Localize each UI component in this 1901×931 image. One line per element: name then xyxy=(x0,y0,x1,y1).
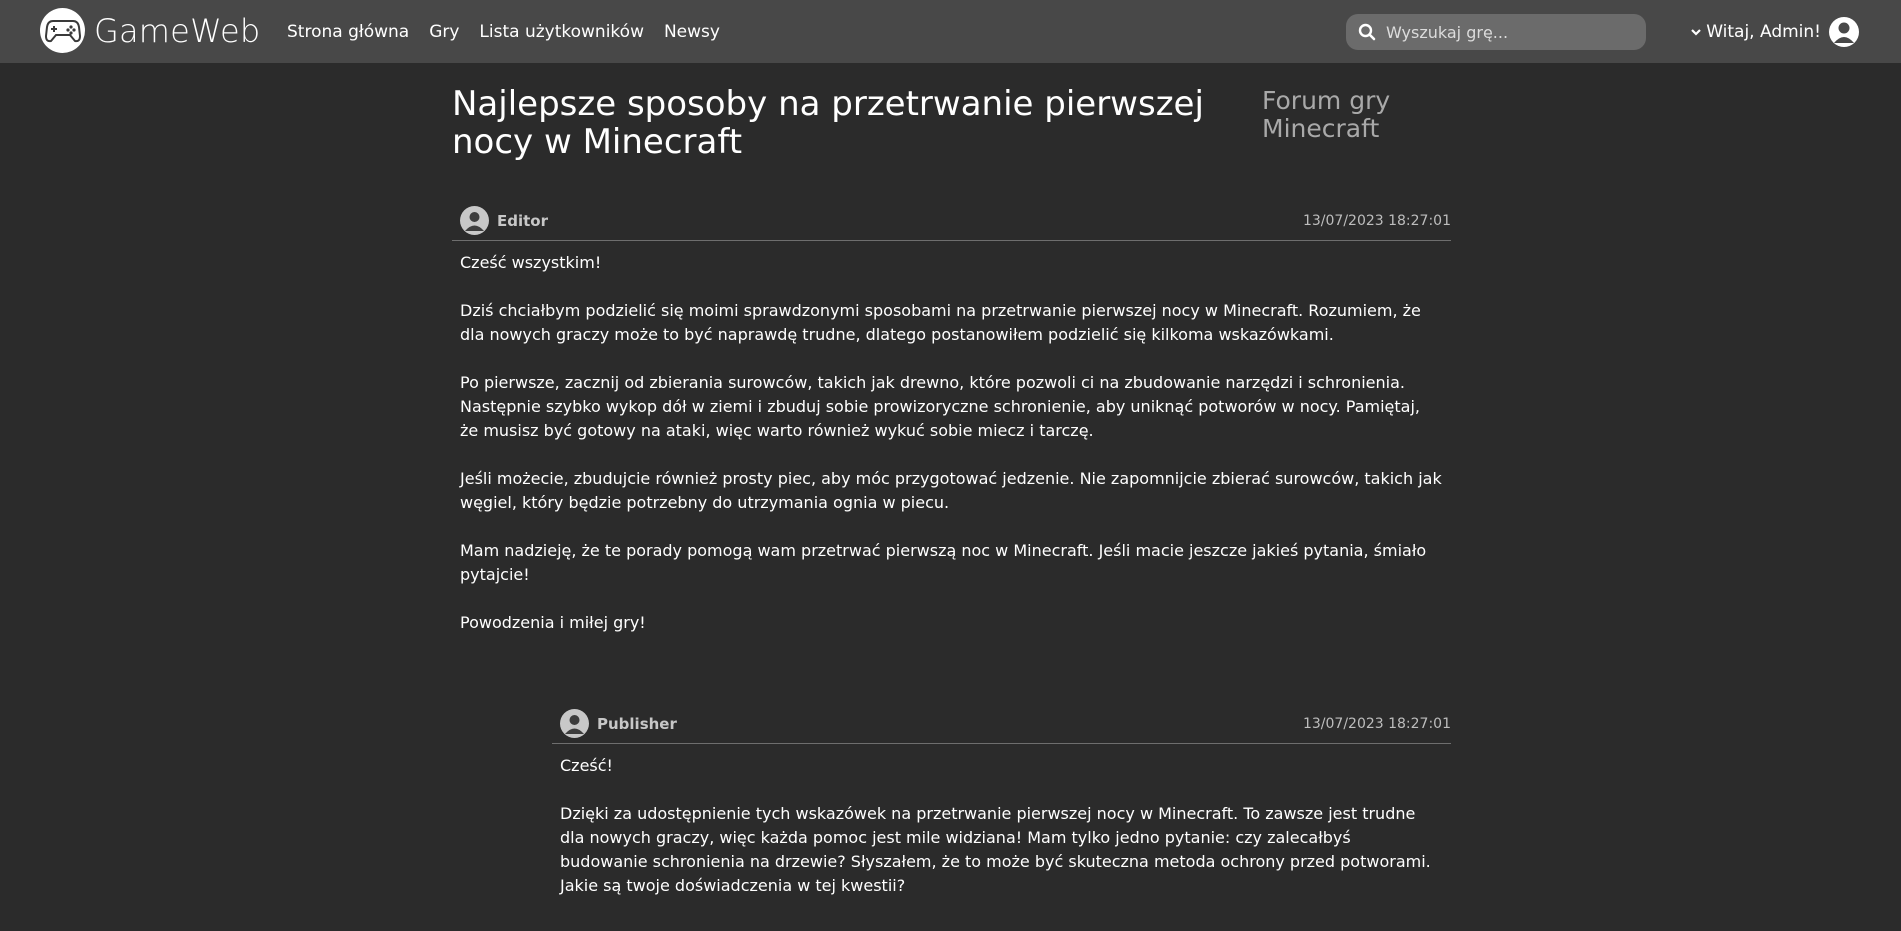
post-paragraph: Mam nadzieję, że te porady pomogą wam pr… xyxy=(460,541,1427,584)
post-paragraph: Po pierwsze, zacznij od zbierania surowc… xyxy=(460,373,1420,440)
nav-link-news[interactable]: Newsy xyxy=(664,22,720,42)
main-content: Najlepsze sposoby na przetrwanie pierwsz… xyxy=(452,63,1451,895)
site-logo[interactable]: GameWeb xyxy=(40,8,260,53)
forum-post-reply: Publisher 13/07/2023 18:27:01 Cześć! Dzi… xyxy=(552,704,1451,922)
search-input[interactable] xyxy=(1384,21,1634,43)
nav-link-games[interactable]: Gry xyxy=(429,22,459,42)
top-navbar: GameWeb Strona główna Gry Lista użytkown… xyxy=(0,0,1901,63)
post-header: Publisher 13/07/2023 18:27:01 xyxy=(552,704,1451,744)
author-name: Publisher xyxy=(597,714,677,733)
post-date: 13/07/2023 18:27:01 xyxy=(1302,715,1451,732)
post-paragraph: Dziś chciałbym podzielić się moimi spraw… xyxy=(460,301,1421,344)
chevron-down-icon xyxy=(1689,25,1703,39)
user-avatar-icon xyxy=(1829,16,1859,47)
forum-name[interactable]: Forum gry Minecraft xyxy=(1262,87,1422,143)
nav-link-home[interactable]: Strona główna xyxy=(287,22,409,42)
post-paragraph: Powodzenia i miłej gry! xyxy=(460,613,646,632)
post-paragraph: Jeśli możecie, zbudujcie również prosty … xyxy=(460,469,1442,512)
main-nav: Strona główna Gry Lista użytkowników New… xyxy=(287,0,740,63)
post-paragraph: Dzięki za udostępnienie tych wskazówek n… xyxy=(560,804,1431,895)
post-paragraph: Cześć wszystkim! xyxy=(460,253,602,272)
forum-post: Editor 13/07/2023 18:27:01 Cześć wszystk… xyxy=(452,201,1451,659)
user-avatar-icon xyxy=(460,206,489,235)
nav-link-users[interactable]: Lista użytkowników xyxy=(479,22,644,42)
post-header: Editor 13/07/2023 18:27:01 xyxy=(452,201,1451,241)
user-menu[interactable]: Witaj, Admin! xyxy=(1689,0,1859,63)
page-title: Najlepsze sposoby na przetrwanie pierwsz… xyxy=(452,84,1204,162)
gamepad-icon xyxy=(40,8,85,53)
post-body: Cześć wszystkim! Dziś chciałbym podzieli… xyxy=(452,241,1451,635)
title-row: Najlepsze sposoby na przetrwanie pierwsz… xyxy=(452,85,1451,161)
post-author[interactable]: Editor xyxy=(460,206,548,235)
search-icon[interactable] xyxy=(1356,21,1378,43)
post-author[interactable]: Publisher xyxy=(560,709,677,738)
post-paragraph: Cześć! xyxy=(560,756,613,775)
user-greeting: Witaj, Admin! xyxy=(1706,21,1821,42)
user-avatar-icon xyxy=(560,709,589,738)
author-name: Editor xyxy=(497,211,548,230)
search-box xyxy=(1346,14,1646,50)
post-body: Cześć! Dzięki za udostępnienie tych wska… xyxy=(552,744,1451,898)
post-date: 13/07/2023 18:27:01 xyxy=(1302,212,1451,229)
site-logo-text: GameWeb xyxy=(94,11,261,50)
